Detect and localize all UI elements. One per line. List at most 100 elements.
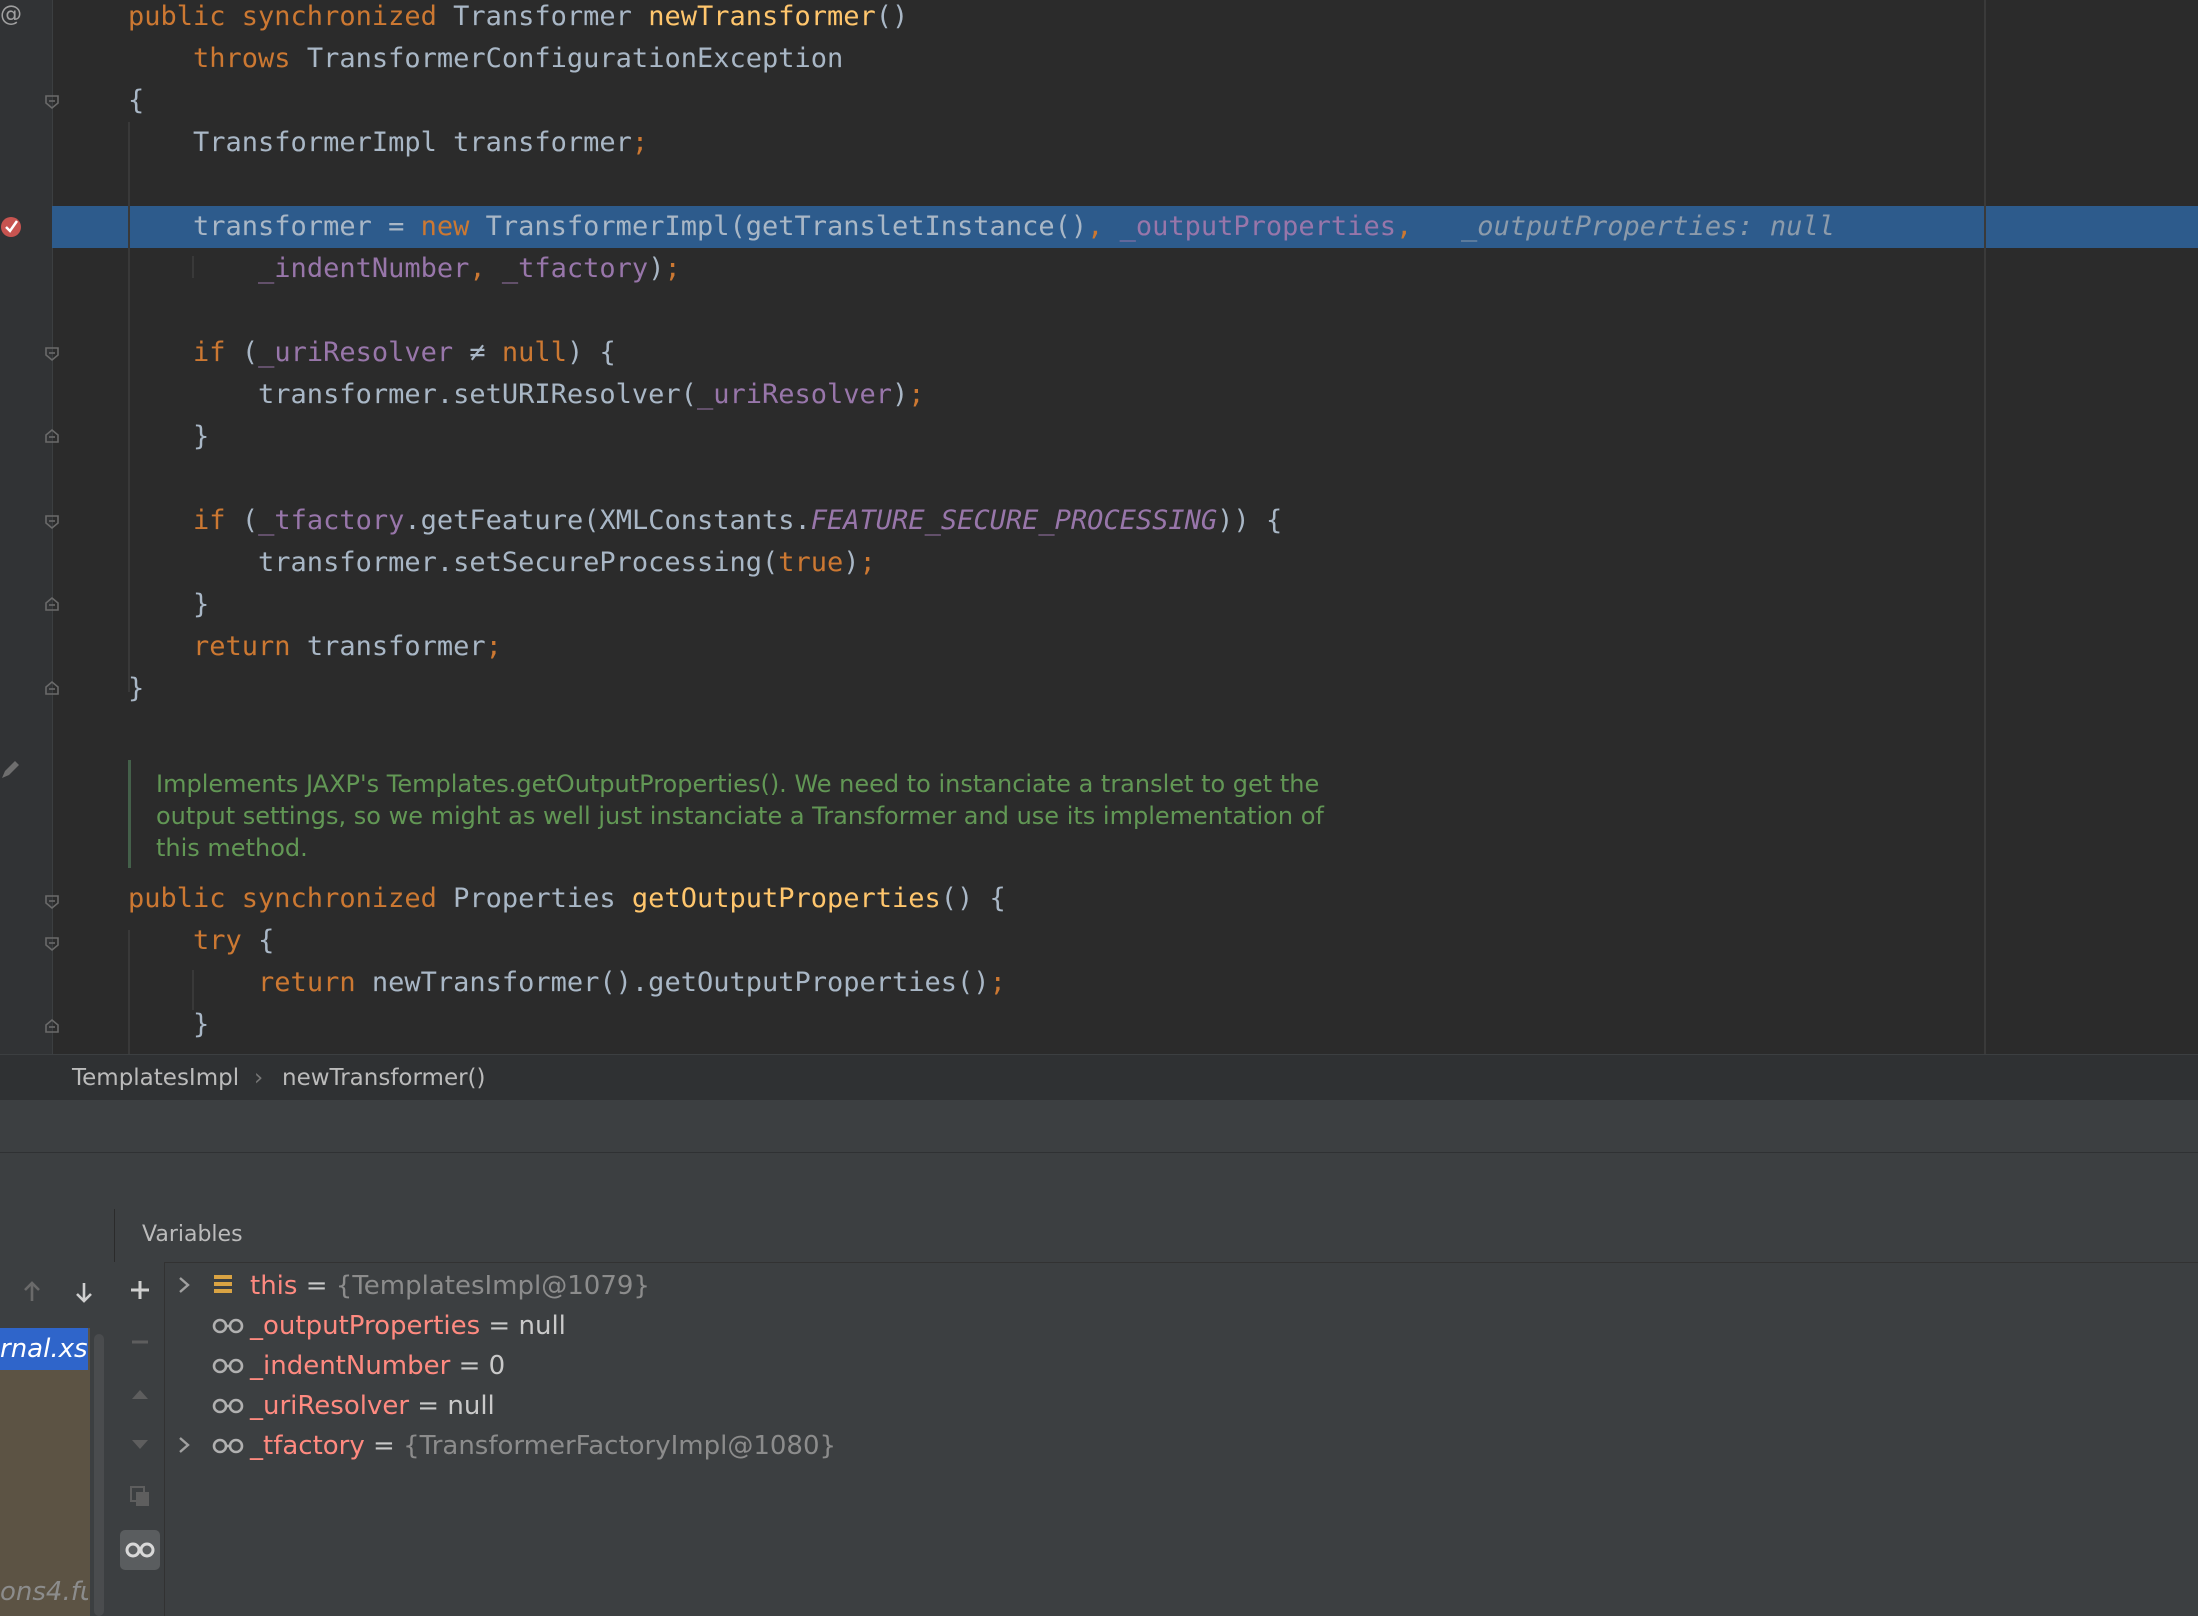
code-token: newTransformer().getOutputProperties() bbox=[371, 967, 990, 998]
variable-value: {TransformerFactoryImpl@1080} bbox=[403, 1431, 837, 1461]
code-token: } bbox=[128, 589, 210, 620]
doc-comment-line: this method. bbox=[156, 834, 308, 862]
code-line[interactable]: transformer.setSecureProcessing(true); bbox=[128, 542, 876, 584]
fold-open-icon[interactable] bbox=[44, 936, 59, 952]
code-editor[interactable]: @ public synchronized Transformer newTra… bbox=[0, 0, 2198, 1054]
fold-open-icon[interactable] bbox=[44, 94, 59, 110]
code-token: public synchronized bbox=[128, 883, 454, 914]
code-line[interactable]: { bbox=[128, 80, 144, 122]
code-token: transformer bbox=[306, 631, 486, 662]
code-line[interactable]: public synchronized Properties getOutput… bbox=[128, 878, 1006, 920]
breadcrumb: TemplatesImpl › newTransformer() bbox=[0, 1054, 2198, 1101]
variable-row[interactable]: _outputProperties = null bbox=[176, 1306, 566, 1346]
code-token: ; bbox=[631, 127, 649, 158]
code-line[interactable]: transformer.setURIResolver(_uriResolver)… bbox=[128, 374, 925, 416]
variable-row[interactable]: this = {TemplatesImpl@1079} bbox=[176, 1266, 650, 1306]
code-line[interactable]: throws TransformerConfigurationException bbox=[128, 38, 843, 80]
fold-open-icon[interactable] bbox=[44, 894, 59, 910]
breadcrumb-separator: › bbox=[254, 1065, 264, 1091]
code-token: _indentNumber bbox=[258, 253, 470, 284]
watch-glasses-icon bbox=[212, 1427, 250, 1467]
breadcrumb-method[interactable]: newTransformer() bbox=[282, 1065, 486, 1091]
variable-name: _indentNumber bbox=[250, 1351, 451, 1381]
fold-open-icon[interactable] bbox=[44, 346, 59, 362]
add-watch-icon[interactable] bbox=[120, 1270, 160, 1310]
variable-equals: = bbox=[297, 1271, 336, 1301]
code-token: if bbox=[193, 337, 242, 368]
code-line[interactable]: } bbox=[128, 1004, 209, 1046]
code-token: Properties bbox=[453, 883, 632, 914]
variable-row[interactable]: _tfactory = {TransformerFactoryImpl@1080… bbox=[176, 1426, 836, 1466]
code-token: true bbox=[778, 547, 844, 578]
debug-toolbar bbox=[0, 1153, 2198, 1210]
code-line[interactable]: try { bbox=[128, 920, 274, 962]
frame-item-selected[interactable]: rnal.xsl bbox=[0, 1328, 88, 1370]
code-line[interactable]: } bbox=[128, 584, 209, 626]
breakpoint-icon[interactable] bbox=[0, 214, 24, 238]
code-token: _uriResolver bbox=[696, 379, 893, 410]
code-token: ) bbox=[843, 547, 860, 578]
fold-close-icon[interactable] bbox=[44, 596, 59, 611]
copy-icon[interactable] bbox=[120, 1476, 160, 1516]
arrow-down-icon[interactable] bbox=[64, 1272, 104, 1312]
code-line[interactable]: transformer = new TransformerImpl(getTra… bbox=[128, 206, 1835, 248]
variable-row[interactable]: _uriResolver = null bbox=[176, 1386, 495, 1426]
code-token: _tfactory bbox=[501, 253, 649, 284]
code-token: if bbox=[193, 505, 242, 536]
code-line[interactable]: if (_tfactory.getFeature(XMLConstants.FE… bbox=[128, 500, 1282, 542]
fold-close-icon[interactable] bbox=[44, 428, 59, 443]
code-token: new bbox=[420, 211, 486, 242]
code-token: () bbox=[875, 1, 909, 32]
code-token: } bbox=[128, 673, 145, 704]
code-token: ; bbox=[664, 253, 681, 284]
code-token: Transformer bbox=[453, 1, 649, 32]
variable-row[interactable]: _indentNumber = 0 bbox=[176, 1346, 505, 1386]
code-line[interactable]: _indentNumber, _tfactory); bbox=[128, 248, 681, 290]
code-token: getOutputProperties bbox=[631, 883, 941, 914]
code-line[interactable]: } bbox=[128, 416, 209, 458]
show-watches-icon[interactable] bbox=[120, 1530, 160, 1570]
code-line[interactable]: } bbox=[128, 668, 144, 710]
fold-open-icon[interactable] bbox=[44, 514, 59, 530]
variable-name: _outputProperties bbox=[250, 1311, 481, 1341]
frame-item[interactable]: ons4.fu bbox=[0, 1572, 88, 1612]
override-marker-icon: @ bbox=[0, 2, 22, 27]
watch-glasses-icon bbox=[212, 1347, 250, 1387]
fold-close-icon[interactable] bbox=[44, 1018, 59, 1033]
fold-close-icon[interactable] bbox=[44, 680, 59, 695]
code-token: , bbox=[1395, 211, 1445, 242]
code-line[interactable]: return newTransformer().getOutputPropert… bbox=[128, 962, 1006, 1004]
variable-name: this bbox=[250, 1271, 298, 1301]
code-token: ) bbox=[648, 253, 665, 284]
pencil-icon[interactable] bbox=[0, 758, 22, 780]
variable-value: 0 bbox=[488, 1351, 506, 1381]
remove-watch-icon[interactable] bbox=[120, 1322, 160, 1362]
frames-scrollbar[interactable] bbox=[94, 1334, 104, 1616]
variables-header-divider bbox=[114, 1262, 2198, 1263]
variable-value: null bbox=[447, 1391, 495, 1421]
watch-glasses-icon bbox=[212, 1307, 250, 1347]
move-down-icon[interactable] bbox=[120, 1424, 160, 1464]
code-token: , bbox=[469, 253, 502, 284]
code-token: return bbox=[193, 631, 307, 662]
move-up-icon[interactable] bbox=[120, 1374, 160, 1414]
breadcrumb-class[interactable]: TemplatesImpl bbox=[72, 1065, 239, 1091]
code-token: public synchronized bbox=[128, 1, 454, 32]
inline-value-hint: _outputProperties: null bbox=[1444, 211, 1835, 242]
arrow-up-icon[interactable] bbox=[12, 1272, 52, 1312]
code-token: transformer = bbox=[128, 211, 421, 242]
code-token: null bbox=[501, 337, 567, 368]
chevron-right-icon[interactable] bbox=[176, 1426, 212, 1466]
code-line[interactable]: public synchronized Transformer newTrans… bbox=[128, 0, 908, 38]
code-line[interactable]: if (_uriResolver ≠ null) { bbox=[128, 332, 616, 374]
code-line[interactable]: TransformerImpl transformer; bbox=[128, 122, 648, 164]
variables-title: Variables bbox=[142, 1222, 243, 1247]
chevron-right-icon[interactable] bbox=[176, 1266, 212, 1306]
code-line[interactable]: return transformer; bbox=[128, 626, 502, 668]
